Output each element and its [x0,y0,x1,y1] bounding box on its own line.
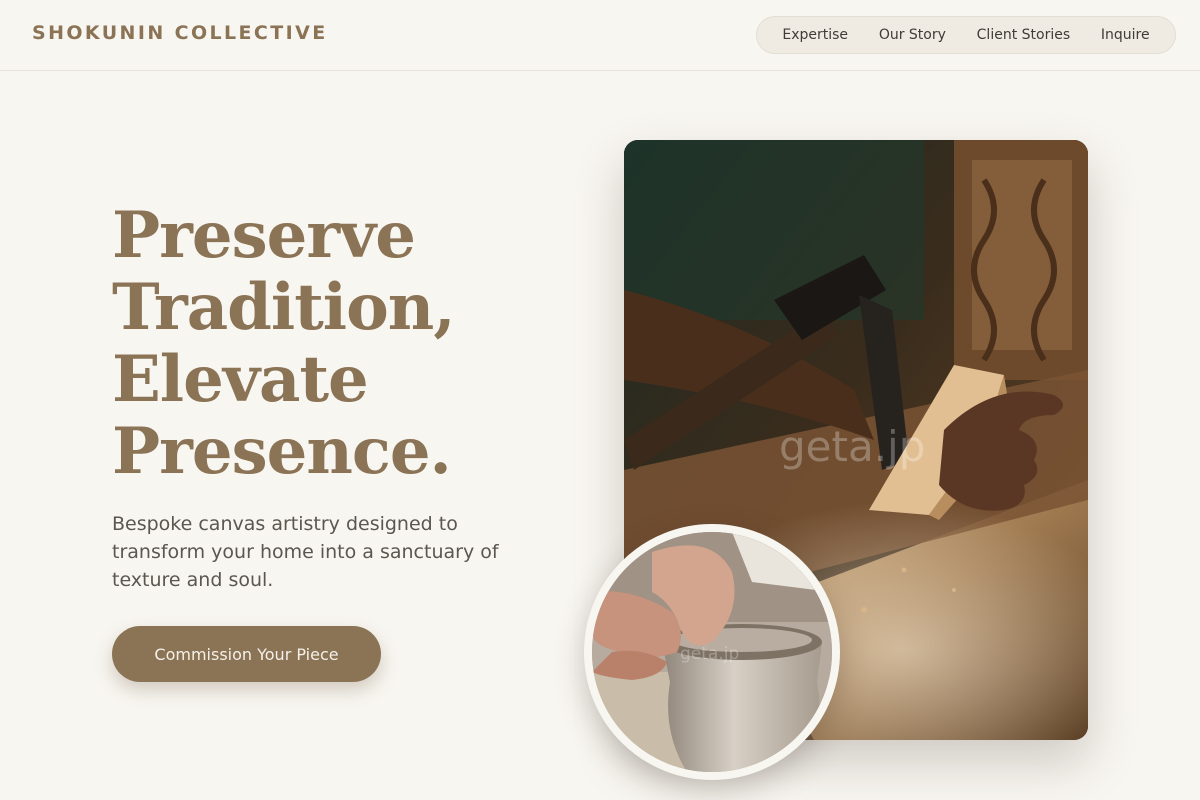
hero-subtext: Bespoke canvas artistry designed to tran… [112,513,499,591]
brand-logo[interactable]: SHOKUNIN COLLECTIVE [32,22,328,44]
nav-link-our-story[interactable]: Our Story [879,27,946,43]
headline-line: Elevate [112,342,369,417]
site-header: SHOKUNIN COLLECTIVE Expertise Our Story … [0,0,1200,71]
nav-link-inquire[interactable]: Inquire [1101,27,1150,43]
nav-link-client-stories[interactable]: Client Stories [977,27,1070,43]
hero-headline: Preserve Tradition, Elevate Presence. [112,200,572,488]
headline-line: Tradition, [112,270,456,345]
nav-link-expertise[interactable]: Expertise [782,27,848,43]
headline-line: Preserve [112,198,416,273]
commission-button[interactable]: Commission Your Piece [112,626,381,682]
pottery-illustration [592,532,832,772]
pottery-photo: geta.jp [584,524,840,780]
headline-line: Presence. [112,414,452,489]
main-nav: Expertise Our Story Client Stories Inqui… [756,16,1176,54]
